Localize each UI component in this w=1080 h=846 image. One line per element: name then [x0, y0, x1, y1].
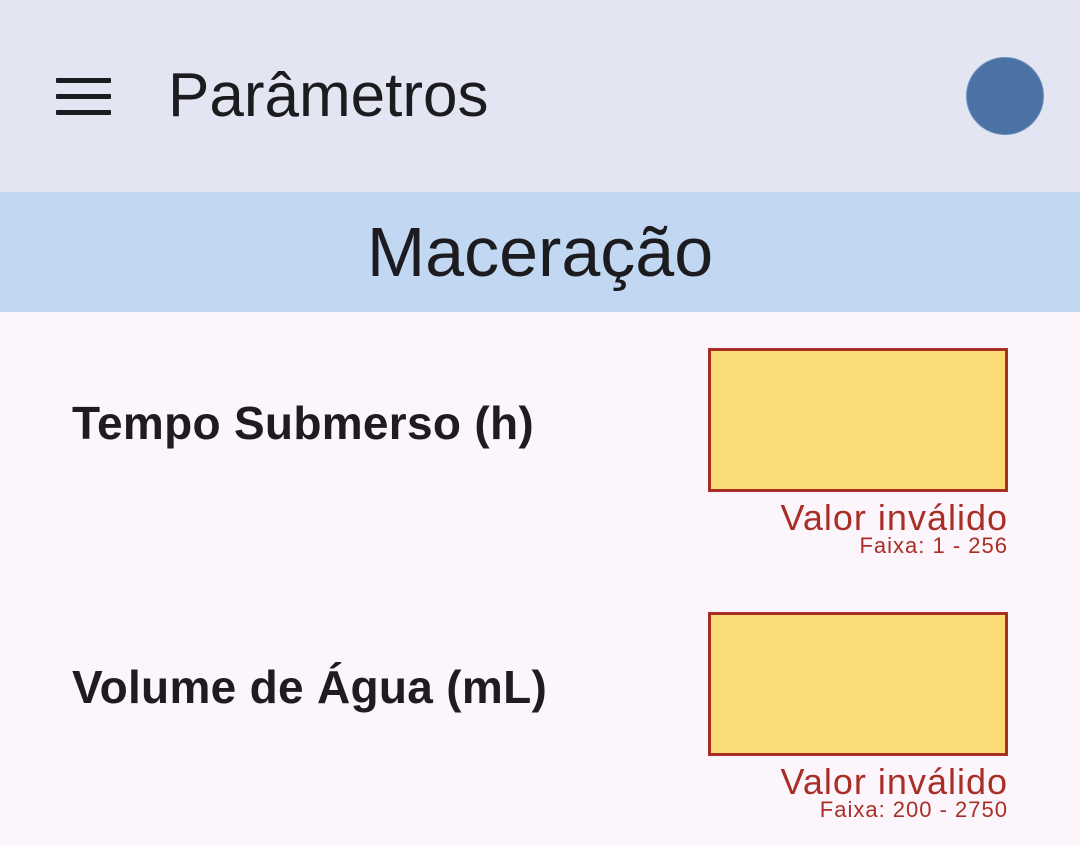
error-message: Valor inválido: [780, 761, 1008, 802]
volume-agua-input[interactable]: [708, 612, 1008, 756]
tempo-submerso-input[interactable]: [708, 348, 1008, 492]
section-header: Maceração: [0, 192, 1080, 312]
page-title: Parâmetros: [168, 61, 489, 130]
field-label: Tempo Submerso (h): [72, 397, 535, 449]
top-app-bar: Parâmetros: [0, 0, 1080, 192]
avatar[interactable]: [966, 57, 1044, 135]
menu-button[interactable]: [44, 64, 124, 128]
range-hint: Faixa: 200 - 2750: [819, 797, 1008, 822]
field-label: Volume de Água (mL): [72, 661, 548, 713]
app-screen: Parâmetros Maceração Tempo Submerso (h) …: [0, 0, 1080, 846]
field-row-volume-agua: Volume de Água (mL) Valor inválido Faixa…: [0, 612, 1080, 832]
error-message: Valor inválido: [780, 497, 1008, 538]
field-row-tempo-submerso: Tempo Submerso (h) Valor inválido Faixa:…: [0, 348, 1080, 568]
range-hint: Faixa: 1 - 256: [859, 533, 1008, 558]
section-title: Maceração: [366, 213, 714, 291]
